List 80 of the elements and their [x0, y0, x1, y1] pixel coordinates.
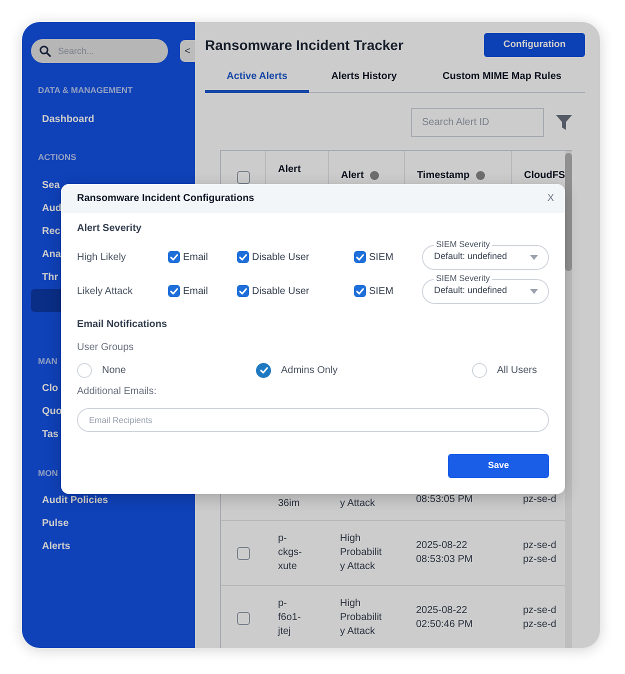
collapse-button[interactable]: <: [180, 40, 195, 62]
section-heading: Email Notifications: [77, 318, 168, 332]
checkbox[interactable]: [168, 285, 180, 297]
page-title: Ransomware Incident Tracker: [205, 36, 404, 54]
section-heading: ACTIONS: [37, 151, 78, 163]
field-label: SIEM Severity: [434, 272, 492, 284]
search-icon: [39, 45, 51, 57]
table-cell-text: 2025-08-22 02:50:46 PM: [416, 604, 474, 632]
configuration-button[interactable]: Configuration: [484, 33, 585, 57]
caret-icon: [530, 254, 538, 260]
checkbox-label: SIEM: [369, 284, 394, 298]
tab[interactable]: Active Alerts: [205, 63, 309, 93]
table-cell-text: p-ckgs-xute: [278, 532, 303, 574]
checkbox[interactable]: [236, 171, 250, 184]
radio-label: Admins Only: [281, 364, 338, 378]
checkbox[interactable]: [237, 251, 249, 263]
sidebar-item[interactable]: Dashboard: [31, 108, 181, 131]
section-heading: Alert Severity: [77, 222, 142, 236]
checkbox[interactable]: [237, 285, 249, 297]
field-label: Additional Emails:: [77, 385, 158, 399]
check-icon: [170, 288, 178, 294]
help-icon: [370, 171, 379, 180]
table-cell-text: 08:53:05 PM: [416, 493, 474, 507]
help-icon: [476, 171, 485, 180]
column-header: Alert: [341, 169, 364, 183]
dialog-title: Ransomware Incident Configurations: [77, 192, 254, 206]
table-cell-text: pz-se-d: [523, 493, 558, 507]
check-icon: [239, 288, 247, 294]
checkbox-label: Disable User: [252, 284, 310, 298]
table-cell-text: pz-se-d: [523, 539, 558, 553]
checkbox-label: Email: [183, 284, 208, 298]
checkbox[interactable]: [236, 546, 250, 560]
sidebar-item[interactable]: Alerts: [31, 535, 181, 558]
sidebar-item[interactable]: Pulse: [31, 512, 181, 535]
checkbox[interactable]: [354, 285, 366, 297]
table-cell-text: High Probability Attack: [340, 597, 383, 639]
table-cell-text: p-f6o1-jtej: [278, 597, 302, 639]
radio-label: None: [102, 364, 126, 378]
email-field[interactable]: Email Recipients: [77, 408, 549, 432]
table-cell-text: pz-se-d: [523, 618, 558, 632]
check-icon: [356, 288, 364, 294]
scrollbar[interactable]: [565, 151, 572, 648]
search-field[interactable]: Search...: [31, 39, 168, 63]
check-icon: [356, 254, 364, 260]
section-heading: DATA & MANAGEMENT: [37, 84, 134, 96]
checkbox[interactable]: [236, 612, 250, 624]
search-field[interactable]: Search Alert ID: [411, 108, 544, 137]
checkbox-label: SIEM: [369, 250, 394, 264]
checkbox-label: Disable User: [252, 250, 310, 264]
save-button[interactable]: Save: [448, 454, 549, 478]
table-cell-text: 2025-08-22 08:53:03 PM: [416, 539, 474, 567]
check-icon: [239, 254, 247, 260]
radio-button[interactable]: [256, 362, 271, 378]
tab[interactable]: Custom MIME Map Rules: [419, 63, 585, 93]
column-header: Timestamp: [417, 169, 470, 183]
tab[interactable]: Alerts History: [309, 63, 419, 93]
table-cell-text: 36im: [278, 497, 301, 511]
table-cell-text: pz-se-d: [523, 604, 558, 618]
row-label: High Likely: [77, 250, 127, 264]
checkbox-label: Email: [183, 250, 208, 264]
field-label: SIEM Severity: [434, 238, 492, 250]
close-button[interactable]: X: [545, 191, 556, 206]
check-icon: [260, 367, 268, 374]
check-icon: [170, 254, 178, 260]
column-header: CloudFS: [524, 169, 566, 183]
table-cell-text: y Attack: [340, 497, 376, 511]
column-header: Alert: [278, 163, 301, 177]
checkbox[interactable]: [168, 251, 180, 263]
radio-label: All Users: [497, 364, 538, 378]
radio-button[interactable]: [77, 362, 92, 378]
row-label: Likely Attack: [77, 284, 134, 298]
table-cell-text: pz-se-d: [523, 553, 558, 567]
field-label: User Groups: [77, 341, 135, 355]
radio-button[interactable]: [472, 362, 487, 378]
section-heading: MON: [37, 467, 59, 479]
filter-icon[interactable]: [556, 115, 572, 130]
table-cell-text: High Probability Attack: [340, 532, 383, 574]
section-heading: MAN: [37, 355, 58, 367]
checkbox[interactable]: [354, 251, 366, 263]
caret-icon: [530, 288, 538, 294]
